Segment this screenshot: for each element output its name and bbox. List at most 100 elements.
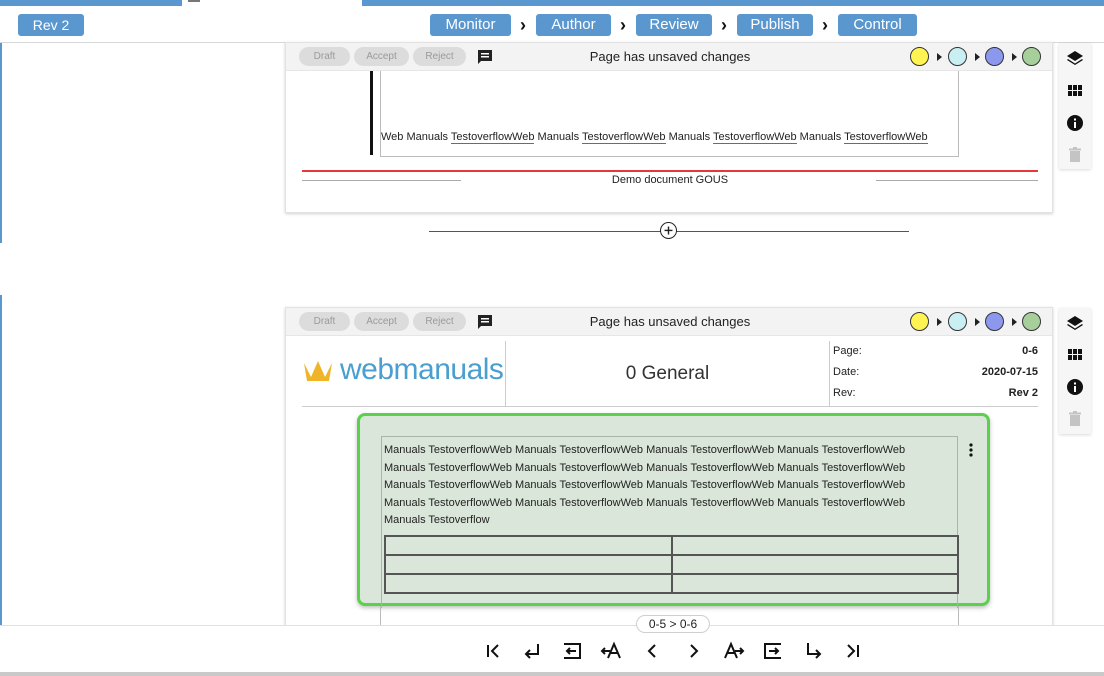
down-right-icon[interactable] — [802, 640, 826, 662]
trash-icon[interactable] — [1065, 409, 1085, 429]
crown-icon — [304, 361, 332, 381]
comment-icon[interactable] — [476, 313, 494, 331]
status-dot-review[interactable] — [985, 47, 1004, 66]
meta-label: Rev: — [833, 387, 856, 399]
status-dot-author[interactable] — [948, 47, 967, 66]
previous-change-icon[interactable] — [600, 640, 624, 662]
bottom-navigation — [0, 625, 1104, 672]
last-page-icon[interactable] — [841, 640, 865, 662]
stage-review[interactable]: Review — [636, 14, 712, 36]
bottom-strip — [0, 672, 1104, 676]
section-title: 0 General — [506, 341, 830, 407]
chevron-right-icon: › — [822, 15, 828, 35]
unsaved-status: Page has unsaved changes — [589, 314, 751, 329]
grid-icon[interactable] — [1065, 345, 1085, 365]
content-table[interactable] — [384, 535, 959, 594]
trash-icon[interactable] — [1065, 145, 1085, 165]
table-cell[interactable] — [670, 573, 959, 594]
meta-page: Page: 0-6 — [833, 345, 1038, 365]
selected-content-block[interactable]: Manuals TestoverflowWeb Manuals Testover… — [357, 413, 990, 608]
chevron-right-icon[interactable] — [681, 640, 705, 662]
table-cell[interactable] — [384, 573, 673, 594]
table-row — [384, 535, 959, 556]
more-options-icon[interactable] — [969, 443, 973, 457]
block-text[interactable]: Manuals TestoverflowWeb Manuals Testover… — [384, 442, 924, 530]
info-icon[interactable] — [1065, 377, 1085, 397]
arrow-right-icon — [937, 53, 942, 61]
revision-button[interactable]: Rev 2 — [18, 14, 84, 36]
next-section-icon[interactable] — [761, 640, 785, 662]
reject-button[interactable]: Reject — [413, 47, 466, 66]
meta-value: 2020-07-15 — [981, 366, 1038, 378]
content-frame — [380, 71, 959, 157]
status-dot-draft[interactable] — [910, 47, 929, 66]
arrow-right-icon — [937, 318, 942, 326]
stage-control[interactable]: Control — [838, 14, 917, 36]
top-progress-strip-right — [362, 0, 1104, 6]
meta-value: Rev 2 — [1008, 387, 1038, 399]
stage-monitor[interactable]: Monitor — [430, 14, 511, 36]
change-bar — [370, 71, 373, 155]
chevron-right-icon: › — [620, 15, 626, 35]
previous-section-icon[interactable] — [560, 640, 584, 662]
layers-icon[interactable] — [1065, 314, 1085, 334]
meta-label: Page: — [833, 345, 862, 357]
table-cell[interactable] — [670, 535, 959, 556]
page-toolbar: Draft Accept Reject Page has unsaved cha… — [286, 308, 1052, 336]
status-dot-review[interactable] — [985, 312, 1004, 331]
footer-rule-left — [302, 180, 461, 181]
layers-icon[interactable] — [1065, 49, 1085, 69]
body-text[interactable]: Web Manuals TestoverflowWeb Manuals Test… — [381, 131, 928, 144]
table-cell[interactable] — [384, 535, 673, 556]
top-marker — [188, 0, 200, 2]
next-change-icon[interactable] — [721, 640, 745, 662]
logo: webmanuals — [302, 341, 506, 407]
footer-rule-right — [876, 180, 1038, 181]
meta-label: Date: — [833, 366, 860, 378]
page-card: Draft Accept Reject Page has unsaved cha… — [285, 307, 1053, 637]
add-page-icon[interactable] — [660, 222, 677, 239]
page-footer: Demo document GOUS — [611, 174, 729, 186]
reject-button[interactable]: Reject — [413, 312, 466, 331]
status-dot-publish[interactable] — [1022, 47, 1041, 66]
page-side-tools — [1059, 308, 1091, 434]
table-cell[interactable] — [670, 554, 959, 575]
accept-button[interactable]: Accept — [354, 47, 409, 66]
stage-author[interactable]: Author — [536, 14, 611, 36]
return-icon[interactable] — [520, 640, 544, 662]
info-icon[interactable] — [1065, 113, 1085, 133]
top-progress-strip — [0, 0, 182, 6]
unsaved-status: Page has unsaved changes — [589, 49, 751, 64]
accept-button[interactable]: Accept — [354, 312, 409, 331]
status-dot-author[interactable] — [948, 312, 967, 331]
top-bar: Rev 2 Monitor › Author › Review › Publis… — [0, 0, 1104, 43]
page-meta: Page: 0-6 Date: 2020-07-15 Rev: Rev 2 — [833, 341, 1038, 407]
page-toolbar: Draft Accept Reject Page has unsaved cha… — [286, 43, 1052, 71]
chevron-right-icon: › — [520, 15, 526, 35]
meta-value: 0-6 — [1022, 345, 1038, 357]
first-page-icon[interactable] — [481, 640, 505, 662]
arrow-right-icon — [975, 53, 980, 61]
page-card: Draft Accept Reject Page has unsaved cha… — [285, 42, 1053, 213]
draft-button[interactable]: Draft — [299, 47, 350, 66]
comment-icon[interactable] — [476, 48, 494, 66]
draft-button[interactable]: Draft — [299, 312, 350, 331]
stage-publish[interactable]: Publish — [737, 14, 813, 36]
page-breadcrumb[interactable]: 0-5 > 0-6 — [636, 615, 710, 633]
arrow-right-icon — [975, 318, 980, 326]
page-side-tools — [1059, 43, 1091, 169]
status-dot-publish[interactable] — [1022, 312, 1041, 331]
arrow-right-icon — [1012, 53, 1017, 61]
grid-icon[interactable] — [1065, 81, 1085, 101]
left-edge-line — [0, 43, 2, 243]
chevron-left-icon[interactable] — [641, 640, 665, 662]
table-row — [384, 573, 959, 594]
table-cell[interactable] — [384, 554, 673, 575]
meta-date: Date: 2020-07-15 — [833, 366, 1038, 386]
left-edge-line — [0, 295, 2, 625]
chevron-right-icon: › — [721, 15, 727, 35]
status-dot-draft[interactable] — [910, 312, 929, 331]
page-end-rule — [302, 170, 1038, 172]
table-row — [384, 554, 959, 575]
page-header: webmanuals 0 General Page: 0-6 Date: 202… — [302, 341, 1038, 407]
